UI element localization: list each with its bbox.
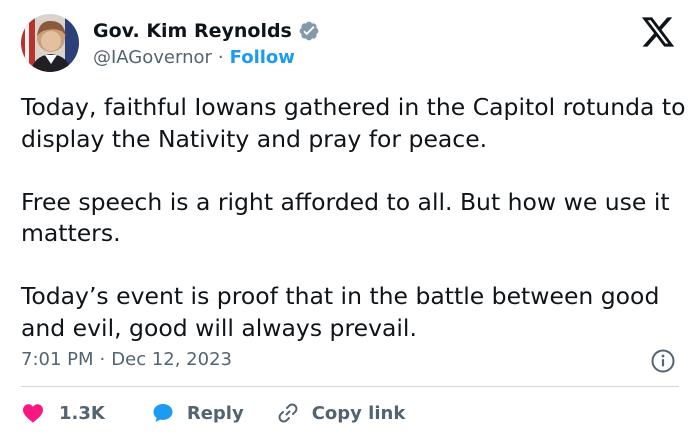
like-button[interactable]: 1.3K [21,401,105,425]
copy-link-label: Copy link [311,402,406,424]
follow-button[interactable]: Follow [230,47,295,68]
like-count: 1.3K [59,402,105,424]
tweet-actions: 1.3K Reply Copy link [21,396,405,430]
info-icon[interactable] [650,348,676,374]
author-name-row: Gov. Kim Reynolds [93,17,320,45]
author-handle[interactable]: @IAGovernor [93,47,212,68]
tweet-date: Dec 12, 2023 [111,348,232,370]
reply-button[interactable]: Reply [151,401,244,425]
timestamp-separator: · [99,348,106,370]
avatar[interactable] [21,14,79,72]
x-logo-icon[interactable] [640,14,676,50]
tweet-paragraph: Today’s event is proof that in the battl… [21,282,660,342]
author-display-name[interactable]: Gov. Kim Reynolds [93,20,292,42]
reply-bubble-icon [151,401,175,425]
tweet-text: Today, faithful Iowans gathered in the C… [21,92,686,344]
handle-separator: · [217,46,224,68]
tweet-timestamp[interactable]: 7:01 PM · Dec 12, 2023 [21,344,232,374]
verified-badge-icon [298,20,320,42]
divider [21,386,679,387]
heart-icon [21,401,45,425]
tweet-paragraph: Today, faithful Iowans gathered in the C… [21,93,686,153]
reply-label: Reply [186,402,244,424]
tweet-card: Gov. Kim Reynolds @IAGovernor · Follow T… [0,0,700,438]
author-handle-row: @IAGovernor · Follow [93,45,295,69]
link-icon [276,401,300,425]
avatar-photo [21,14,79,72]
copy-link-button[interactable]: Copy link [276,401,406,425]
tweet-paragraph: Free speech is a right afforded to all. … [21,187,670,248]
tweet-time: 7:01 PM [21,348,94,370]
